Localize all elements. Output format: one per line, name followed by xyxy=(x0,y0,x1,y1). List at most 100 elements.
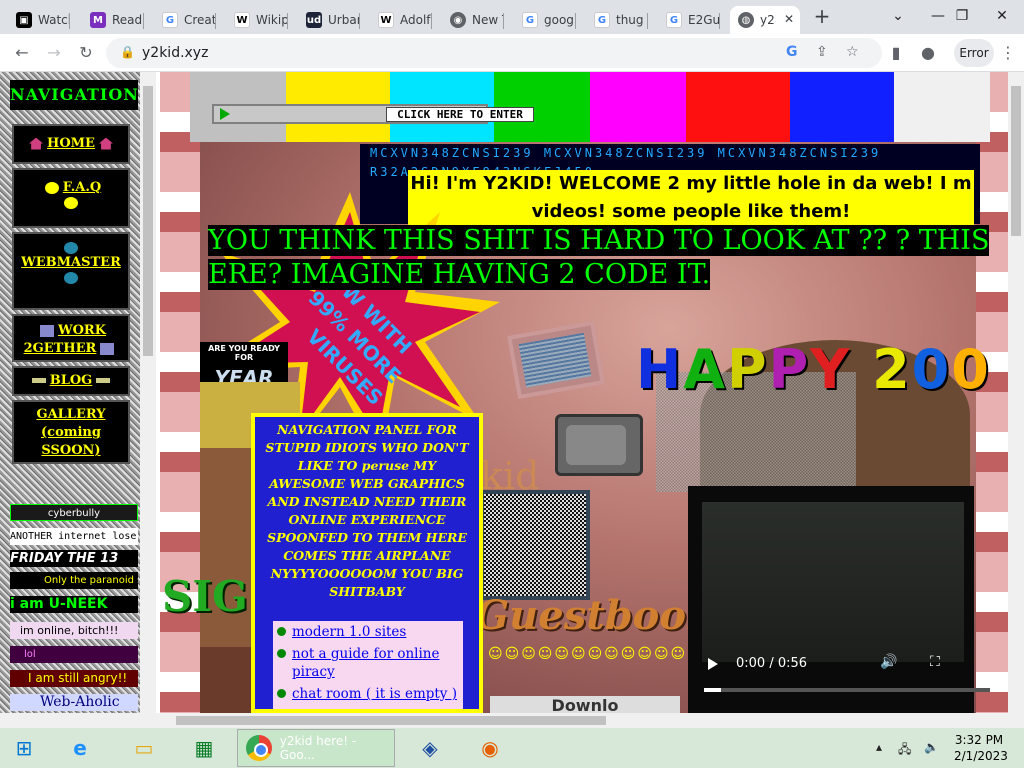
button-88x31-online[interactable]: im online, bitch!!! xyxy=(10,622,138,639)
chevron-up-icon[interactable]: ▴ xyxy=(876,740,882,754)
google-translate-icon[interactable]: G xyxy=(786,44,798,60)
volume-icon[interactable]: 🔈 xyxy=(924,740,939,754)
side-panel-icon[interactable]: ▮ xyxy=(884,41,908,65)
chevron-down-icon[interactable]: ⌄ xyxy=(876,0,920,34)
nav-home-label: HOME xyxy=(47,136,95,151)
error-button[interactable]: Error xyxy=(954,39,994,67)
forward-button[interactable]: → xyxy=(42,41,66,65)
play-icon xyxy=(220,108,230,120)
button-label: cyberbully xyxy=(47,508,101,519)
close-icon[interactable]: ✕ xyxy=(784,12,794,26)
button-88x31-angry[interactable]: I am still angry!! xyxy=(10,670,138,687)
scrollbar-thumb[interactable] xyxy=(176,716,606,725)
profile-icon[interactable]: ● xyxy=(916,41,940,65)
firefox-icon[interactable]: ◉ xyxy=(470,732,510,764)
button-label: I am still angry!! xyxy=(28,671,128,685)
main-frame-scrollbar[interactable] xyxy=(1008,72,1024,713)
horizontal-scrollbar[interactable] xyxy=(0,713,1024,728)
nav-home[interactable]: HOME xyxy=(12,124,130,164)
link-guestbook[interactable]: guestbook xyxy=(273,705,463,709)
link-label: modern 1.0 sites xyxy=(292,624,407,640)
menu-icon[interactable]: ⋮ xyxy=(996,41,1020,65)
star-icon[interactable]: ☆ xyxy=(846,44,859,60)
file-explorer-icon[interactable]: ▭ xyxy=(124,732,164,764)
fullscreen-icon[interactable]: ⛶ xyxy=(930,654,940,670)
link-chat-room[interactable]: chat room ( it is empty ) xyxy=(273,683,463,705)
link-label: not a guide for online piracy xyxy=(292,646,440,680)
play-icon[interactable] xyxy=(708,658,718,670)
volume-icon[interactable]: 🔊 xyxy=(880,654,897,670)
tab-adolf[interactable]: W Adolf xyxy=(370,6,432,34)
handshake-icon xyxy=(39,324,54,337)
button-88x31-lol[interactable]: lol xyxy=(10,646,138,663)
tv-icon: ▣ xyxy=(16,12,32,28)
download-manager-icon[interactable]: ◈ xyxy=(410,732,450,764)
video-frame xyxy=(702,502,964,662)
left-frame-scrollbar[interactable] xyxy=(140,72,156,713)
button-88x31-cyberbully[interactable]: cyberbully xyxy=(10,504,138,521)
urban-icon: ud xyxy=(306,12,322,28)
pencil-icon xyxy=(31,378,46,383)
tab-new[interactable]: ◉ New T xyxy=(442,6,504,34)
internet-explorer-icon[interactable]: e xyxy=(60,732,100,764)
tab-watch[interactable]: ▣ Watch xyxy=(8,6,70,34)
nav-webmaster[interactable]: WEBMASTER xyxy=(12,232,130,310)
guestbook-graphic[interactable]: Guestbook xyxy=(475,592,714,639)
link-piracy-guide[interactable]: not a guide for online piracy xyxy=(273,643,463,683)
hard-to-look-text: YOU THINK THIS SHIT IS HARD TO LOOK AT ?… xyxy=(208,224,1008,292)
tab-create[interactable]: G Create xyxy=(154,6,216,34)
taskbar-chrome-window[interactable]: y2kid here! - Goo... xyxy=(237,729,395,767)
tab-label: Adolf xyxy=(400,13,431,27)
handshake-icon xyxy=(100,342,115,355)
tab-urban[interactable]: ud Urban xyxy=(298,6,360,34)
address-bar[interactable]: 🔒 y2kid.xyz G ⇪ ☆ xyxy=(106,38,882,68)
main-frame: CLICK HERE TO ENTER MCXVN348ZCNSI239 MCX… xyxy=(160,72,1008,713)
video-progress-bar[interactable] xyxy=(704,688,990,692)
video-player[interactable]: 0:00 / 0:56 🔊 ⛶ xyxy=(688,486,990,713)
nav-gallery[interactable]: GALLERY (coming SSOON) xyxy=(12,400,130,464)
button-88x31-webaholic[interactable]: Web-Aholic xyxy=(10,694,138,711)
enter-button[interactable]: CLICK HERE TO ENTER xyxy=(386,107,534,122)
hard-to-look-label: YOU THINK THIS SHIT IS HARD TO LOOK AT ?… xyxy=(208,225,990,290)
restore-button[interactable]: ❐ xyxy=(940,0,984,34)
button-88x31-paranoid[interactable]: Only the paranoid survive xyxy=(10,572,138,589)
reload-button[interactable]: ↻ xyxy=(74,41,98,65)
happy-letter: 0 xyxy=(911,338,952,401)
tab-e2gu[interactable]: G E2Gu xyxy=(658,6,720,34)
new-tab-button[interactable]: + xyxy=(810,5,834,29)
tab-thug[interactable]: Gthug s xyxy=(586,6,648,34)
tab-wikipedia[interactable]: W Wikip xyxy=(226,6,288,34)
nav-title: NAVIGATION xyxy=(10,80,138,110)
link-modern-sites[interactable]: modern 1.0 sites xyxy=(273,621,463,643)
button-88x31-uneek[interactable]: i am U-NEEK xyxy=(10,596,138,613)
nav-webmaster-label: WEBMASTER xyxy=(21,255,121,270)
clock-time: 3:32 PM xyxy=(954,733,1004,747)
nav-blog-label: BLOG xyxy=(49,373,93,388)
nav-faq[interactable]: F.A.Q xyxy=(12,168,130,228)
nav-blog[interactable]: BLOG xyxy=(12,366,130,396)
button-88x31-friday[interactable]: FRIDAY THE 13 xyxy=(10,550,138,567)
question-icon xyxy=(64,196,78,209)
share-icon[interactable]: ⇪ xyxy=(816,44,828,60)
scrollbar-thumb[interactable] xyxy=(1011,86,1021,236)
happy-letter: H xyxy=(636,338,684,401)
tab-google[interactable]: Ggoogl xyxy=(514,6,576,34)
tab-y2kid-active[interactable]: ◍ y2 ✕ xyxy=(730,6,800,34)
close-window-button[interactable]: ✕ xyxy=(980,0,1024,34)
tab-read[interactable]: M Read xyxy=(82,6,144,34)
scrollbar-thumb[interactable] xyxy=(143,86,153,356)
browser-toolbar: ← → ↻ 🔒 y2kid.xyz G ⇪ ☆ ▮ ● Error ⋮ xyxy=(0,34,1024,72)
tab-label: Watch xyxy=(38,13,70,27)
nav-work-2gether[interactable]: WORK 2GETHER xyxy=(12,314,130,362)
downloads-graphic[interactable]: Downlo xyxy=(490,696,680,713)
system-clock[interactable]: 3:32 PM 2/1/2023 xyxy=(954,732,1008,764)
network-icon[interactable]: 🖧 xyxy=(898,740,911,761)
google-icon: G xyxy=(594,12,610,28)
store-icon[interactable]: ▦ xyxy=(184,732,224,764)
button-label: FRIDAY THE 13 xyxy=(10,551,119,566)
windows-start-icon[interactable]: ⊞ xyxy=(4,732,44,764)
back-button[interactable]: ← xyxy=(10,41,34,65)
enter-bar[interactable]: CLICK HERE TO ENTER xyxy=(212,104,534,124)
video-time: 0:00 / 0:56 xyxy=(736,656,808,671)
button-88x31-internet-loser[interactable]: ANOTHER internet loser xyxy=(10,528,138,545)
